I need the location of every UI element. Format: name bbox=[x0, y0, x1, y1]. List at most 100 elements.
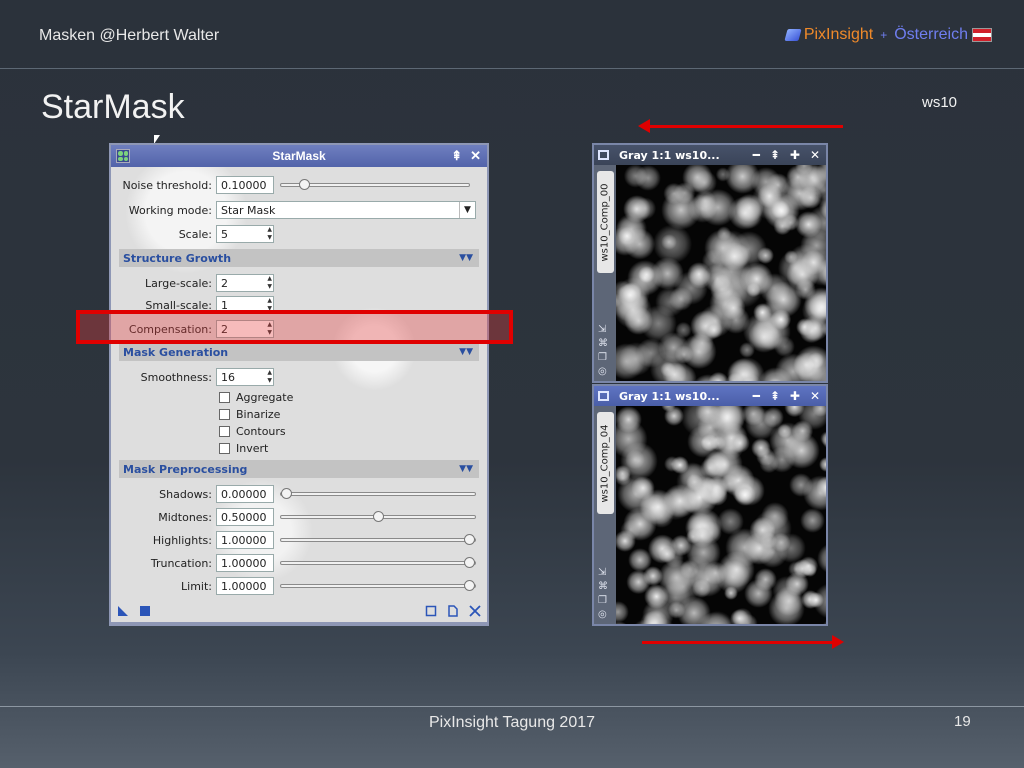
highlights-input[interactable]: 1.00000 bbox=[216, 531, 274, 549]
smoothness-label: Smoothness: bbox=[140, 370, 212, 384]
slider-knob[interactable] bbox=[464, 580, 475, 591]
target-icon[interactable]: ◎ bbox=[598, 609, 608, 620]
shadows-slider[interactable] bbox=[280, 488, 476, 499]
noise-threshold-slider[interactable] bbox=[280, 179, 470, 190]
view-id-tab[interactable]: ws10_Comp_04 bbox=[597, 412, 614, 514]
checkbox-box[interactable] bbox=[219, 391, 230, 403]
invert-checkbox[interactable]: Invert bbox=[219, 440, 268, 456]
checkbox-box[interactable] bbox=[219, 425, 230, 437]
slider-knob[interactable] bbox=[464, 557, 475, 568]
brand-logo: PixInsight + Österreich bbox=[784, 26, 992, 44]
maximize-icon[interactable]: ✚ bbox=[790, 148, 800, 162]
minimize-icon[interactable]: ━ bbox=[753, 389, 760, 403]
truncation-label: Truncation: bbox=[150, 556, 212, 570]
structure-growth-section[interactable]: Structure Growth ▼▼ bbox=[119, 249, 479, 267]
star-blob bbox=[643, 565, 664, 586]
image-window-comp-00[interactable]: Gray 1:1 ws10... ━ ⇞ ✚ ✕ ws10_Comp_00 ⇲ ⌘ ❐… bbox=[592, 143, 828, 383]
shade-icon[interactable]: ⇞ bbox=[770, 148, 780, 162]
image-window-titlebar[interactable]: Gray 1:1 ws10... ━ ⇞ ✚ ✕ bbox=[594, 386, 826, 406]
noise-threshold-input[interactable]: 0.10000 bbox=[216, 176, 274, 194]
starmask-preview-image[interactable] bbox=[616, 406, 826, 624]
limit-slider[interactable] bbox=[280, 580, 476, 591]
fit-icon[interactable]: ⌘ bbox=[598, 581, 608, 592]
slider-knob[interactable] bbox=[373, 511, 384, 522]
dialog-title: StarMask bbox=[272, 149, 326, 163]
midtones-input[interactable]: 0.50000 bbox=[216, 508, 274, 526]
star-blob bbox=[661, 233, 677, 250]
fit-icon[interactable]: ⌘ bbox=[598, 338, 608, 349]
star-blob bbox=[730, 433, 751, 453]
shade-icon[interactable]: ⇞ bbox=[770, 389, 780, 403]
image-window-comp-04[interactable]: Gray 1:1 ws10... ━ ⇞ ✚ ✕ ws10_Comp_04 ⇲ ⌘ ❐… bbox=[592, 384, 828, 626]
star-blob bbox=[817, 543, 826, 574]
clone-icon[interactable]: ❐ bbox=[598, 595, 608, 606]
mask-generation-section[interactable]: Mask Generation ▼▼ bbox=[119, 343, 479, 361]
collapse-chevron-icon[interactable]: ▼▼ bbox=[459, 347, 473, 357]
aggregate-checkbox[interactable]: Aggregate bbox=[219, 389, 293, 405]
red-arrow-right bbox=[642, 635, 844, 649]
brand-name: PixInsight bbox=[803, 26, 874, 43]
window-icon bbox=[598, 150, 609, 160]
slider-knob[interactable] bbox=[464, 534, 475, 545]
shadows-input[interactable]: 0.00000 bbox=[216, 485, 274, 503]
star-blob bbox=[721, 296, 746, 321]
apply-icon[interactable] bbox=[139, 605, 151, 617]
dialog-titlebar[interactable]: StarMask ⇞ ✕ bbox=[111, 145, 487, 167]
limit-input[interactable]: 1.00000 bbox=[216, 577, 274, 595]
shrink-icon[interactable]: ⇲ bbox=[598, 567, 608, 578]
close-button[interactable]: ✕ bbox=[470, 148, 481, 164]
highlights-slider[interactable] bbox=[280, 534, 476, 545]
process-icon[interactable] bbox=[116, 149, 130, 163]
slide-title: StarMask bbox=[41, 88, 185, 126]
binarize-checkbox[interactable]: Binarize bbox=[219, 406, 280, 422]
clone-icon[interactable]: ❐ bbox=[598, 352, 608, 363]
target-icon[interactable]: ◎ bbox=[598, 366, 608, 377]
noise-threshold-knob[interactable] bbox=[299, 179, 310, 190]
shrink-icon[interactable]: ⇲ bbox=[598, 324, 608, 335]
view-sidebar: ws10_Comp_00 ⇲ ⌘ ❐ ◎ bbox=[594, 165, 616, 381]
star-blob bbox=[770, 308, 792, 330]
contours-checkbox[interactable]: Contours bbox=[219, 423, 286, 439]
new-instance-icon[interactable] bbox=[117, 605, 129, 617]
scale-spinbox[interactable]: 5 bbox=[216, 225, 274, 243]
truncation-input[interactable]: 1.00000 bbox=[216, 554, 274, 572]
star-blob bbox=[820, 618, 826, 624]
star-blob bbox=[733, 484, 756, 507]
collapse-chevron-icon[interactable]: ▼▼ bbox=[459, 253, 473, 263]
minimize-icon[interactable]: ━ bbox=[753, 148, 760, 162]
checkbox-box[interactable] bbox=[219, 442, 230, 454]
large-scale-spinbox[interactable]: 2 bbox=[216, 274, 274, 292]
working-mode-select[interactable]: Star Mask ▼ bbox=[216, 201, 476, 219]
star-blob bbox=[640, 611, 664, 624]
image-window-titlebar[interactable]: Gray 1:1 ws10... ━ ⇞ ✚ ✕ bbox=[594, 145, 826, 165]
image-window-title: Gray 1:1 ws10... bbox=[619, 148, 720, 162]
document-icon[interactable] bbox=[447, 605, 459, 617]
preferences-icon[interactable] bbox=[425, 605, 437, 617]
slider-knob[interactable] bbox=[281, 488, 292, 499]
star-blob bbox=[651, 256, 685, 290]
close-icon[interactable]: ✕ bbox=[810, 148, 820, 162]
star-blob bbox=[754, 567, 778, 591]
view-id-label: ws10_Comp_00 bbox=[600, 182, 611, 262]
truncation-slider[interactable] bbox=[280, 557, 476, 568]
shade-button[interactable]: ⇞ bbox=[451, 148, 462, 164]
checkbox-label: Binarize bbox=[236, 407, 281, 421]
view-id-tab[interactable]: ws10_Comp_00 bbox=[597, 171, 614, 273]
dropdown-arrow-icon[interactable]: ▼ bbox=[459, 202, 475, 218]
collapse-chevron-icon[interactable]: ▼▼ bbox=[459, 464, 473, 474]
maximize-icon[interactable]: ✚ bbox=[790, 389, 800, 403]
star-blob bbox=[663, 183, 685, 205]
mask-preprocessing-section[interactable]: Mask Preprocessing ▼▼ bbox=[119, 460, 479, 478]
reset-icon[interactable] bbox=[469, 605, 481, 617]
star-blob bbox=[773, 217, 792, 236]
midtones-slider[interactable] bbox=[280, 511, 476, 522]
footer-text: PixInsight Tagung 2017 bbox=[428, 714, 596, 731]
image-window-title: Gray 1:1 ws10... bbox=[619, 389, 720, 403]
star-blob bbox=[719, 241, 750, 271]
checkbox-box[interactable] bbox=[219, 408, 230, 420]
smoothness-spinbox[interactable]: 16 bbox=[216, 368, 274, 386]
star-blob bbox=[687, 262, 711, 286]
view-sidebar: ws10_Comp_04 ⇲ ⌘ ❐ ◎ bbox=[594, 406, 616, 624]
starmask-preview-image[interactable] bbox=[616, 165, 826, 381]
close-icon[interactable]: ✕ bbox=[810, 389, 820, 403]
